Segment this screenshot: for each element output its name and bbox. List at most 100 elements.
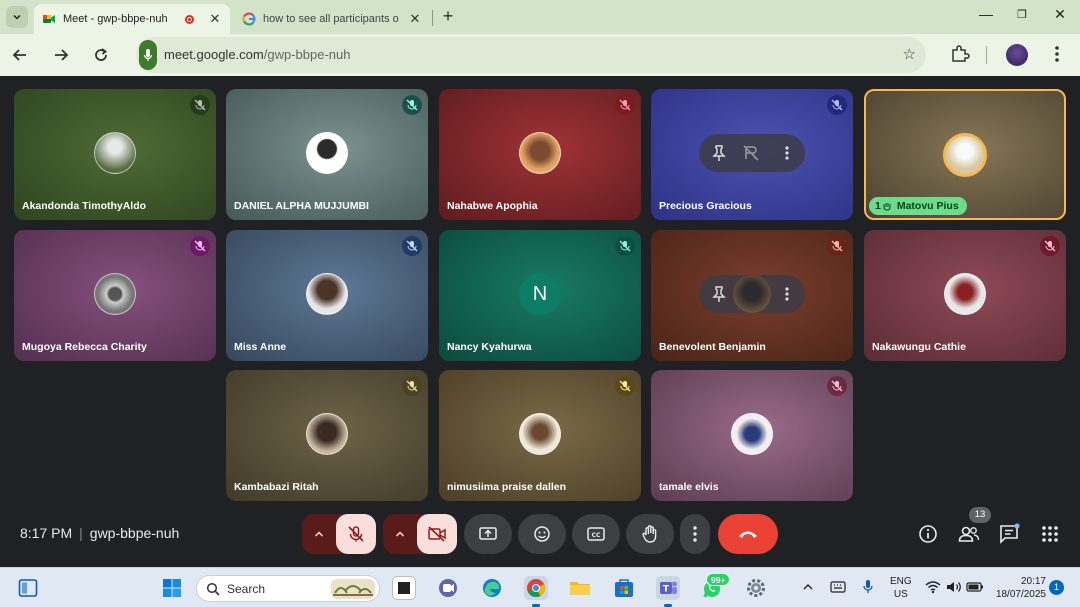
participant-tile[interactable]: Benevolent Benjamin [651, 230, 853, 361]
teams-taskbar-button[interactable]: T [656, 576, 680, 600]
svg-text:T: T [663, 585, 670, 595]
participant-avatar [943, 133, 987, 177]
raise-hand-button[interactable] [626, 514, 674, 554]
participant-tile[interactable]: nimusiima praise dallen [439, 370, 641, 501]
address-bar[interactable]: meet.google.com/gwp-bbpe-nuh ☆ [136, 37, 926, 73]
tab-separator [432, 10, 433, 26]
minimize-button[interactable]: — [976, 6, 996, 22]
pin-icon[interactable] [709, 143, 729, 163]
language-code: ENG [890, 576, 912, 587]
battery-icon[interactable] [966, 580, 984, 594]
audio-settings-chevron-up-icon[interactable] [302, 514, 336, 554]
window-close-button[interactable]: ✕ [1050, 6, 1070, 23]
reload-button[interactable] [89, 43, 113, 67]
remove-from-meeting-icon[interactable] [741, 143, 761, 163]
chat-button[interactable] [997, 522, 1021, 546]
toggle-camera-button[interactable] [417, 514, 457, 554]
edge-browser-icon[interactable] [480, 576, 504, 600]
extensions-puzzle-icon[interactable] [950, 44, 970, 64]
more-vert-icon[interactable] [1052, 44, 1062, 64]
search-label: Search [227, 582, 266, 596]
participant-tile[interactable]: Nakawungu Cathie [864, 230, 1066, 361]
participant-tile[interactable]: Miss Anne [226, 230, 428, 361]
microphone-icon [143, 49, 153, 61]
tile-hover-controls [699, 134, 805, 172]
wifi-icon[interactable] [925, 580, 941, 594]
people-button[interactable] [957, 522, 981, 546]
participant-tile[interactable]: tamale elvis [651, 370, 853, 501]
back-button[interactable] [8, 43, 32, 67]
tab-search-button[interactable] [6, 6, 28, 28]
participant-tile[interactable]: N Nancy Kyahurwa [439, 230, 641, 361]
participant-tile[interactable]: Nahabwe Apophia [439, 89, 641, 220]
camera-off-icon [428, 526, 446, 542]
reload-icon [95, 48, 107, 61]
microphone-indicator[interactable] [139, 40, 157, 70]
task-view-icon[interactable] [392, 576, 416, 600]
input-language-indicator[interactable]: ENG US [890, 575, 912, 601]
participant-avatar [306, 413, 348, 455]
toggle-microphone-button[interactable] [336, 514, 376, 554]
captions-button[interactable]: CC [572, 514, 620, 554]
chrome-icon [527, 579, 546, 598]
close-icon[interactable]: ✕ [208, 11, 222, 27]
reactions-button[interactable] [518, 514, 566, 554]
microphone-control [302, 514, 376, 554]
more-vert-icon[interactable] [777, 143, 797, 163]
restore-button[interactable]: ❐ [1012, 8, 1032, 21]
participant-avatar [944, 273, 986, 315]
activities-button[interactable] [1038, 522, 1062, 546]
meet-stage: Akandonda TimothyAldo DANIEL ALPHA MUJJU… [0, 76, 1080, 567]
chrome-taskbar-button[interactable] [524, 576, 548, 600]
taskbar-search-box[interactable]: Search [196, 575, 380, 602]
tab-google-search[interactable]: how to see all participants o ✕ [234, 4, 430, 34]
start-windows-icon[interactable] [160, 576, 184, 600]
participant-tile[interactable]: Mugoya Rebecca Charity [14, 230, 216, 361]
keyboard-icon[interactable] [830, 580, 846, 594]
participant-tile[interactable]: Kambabazi Ritah [226, 370, 428, 501]
new-tab-button[interactable]: + [438, 6, 458, 27]
mic-off-icon [402, 236, 422, 256]
taskbar-clock[interactable]: 20:17 18/07/2025 [992, 575, 1046, 601]
tab-meet[interactable]: Meet - gwp-bbpe-nuh ✕ [34, 4, 230, 34]
mic-off-icon [615, 236, 635, 256]
video-settings-chevron-up-icon[interactable] [383, 514, 417, 554]
leave-call-button[interactable] [718, 514, 778, 554]
participant-tile[interactable]: Precious Gracious [651, 89, 853, 220]
widgets-icon[interactable] [18, 578, 38, 598]
bookmark-star-icon[interactable]: ☆ [903, 45, 916, 63]
meeting-details-button[interactable] [916, 522, 940, 546]
settings-gear-icon[interactable] [744, 576, 768, 600]
close-icon[interactable]: ✕ [408, 11, 422, 27]
hand-icon [883, 203, 891, 211]
recording-icon [185, 14, 194, 24]
volume-icon[interactable] [946, 580, 962, 594]
participant-name: tamale elvis [659, 481, 719, 493]
tray-microphone-icon[interactable] [862, 579, 874, 595]
participant-name: Miss Anne [234, 341, 287, 353]
region-code: US [893, 589, 908, 600]
more-options-button[interactable] [680, 514, 710, 554]
meeting-info: 8:17 PM | gwp-bbpe-nuh [20, 525, 180, 541]
toolbar-divider [986, 46, 987, 64]
tile-hover-controls [699, 275, 805, 313]
mic-off-icon [827, 95, 847, 115]
participant-tile[interactable]: DANIEL ALPHA MUJJUMBI [226, 89, 428, 220]
notification-count-badge[interactable]: 1 [1049, 580, 1064, 595]
forward-button[interactable] [49, 43, 73, 67]
tray-chevron-up-icon[interactable] [802, 582, 814, 592]
profile-avatar[interactable] [1006, 44, 1028, 66]
tab-title: how to see all participants o [263, 13, 399, 25]
pin-icon[interactable] [709, 284, 729, 304]
participant-name: Benevolent Benjamin [659, 341, 766, 353]
participant-tile[interactable]: Akandonda TimothyAldo [14, 89, 216, 220]
teams-chat-icon[interactable] [436, 576, 460, 600]
file-explorer-icon[interactable] [568, 576, 592, 600]
microsoft-store-icon[interactable] [612, 576, 636, 600]
more-vert-icon[interactable] [777, 284, 797, 304]
mic-off-icon [190, 95, 210, 115]
present-screen-button[interactable] [464, 514, 512, 554]
participant-tile-speaking[interactable]: 1 Matovu Pius [864, 89, 1066, 220]
participant-avatar [519, 132, 561, 174]
url-text[interactable]: meet.google.com/gwp-bbpe-nuh [164, 47, 350, 62]
